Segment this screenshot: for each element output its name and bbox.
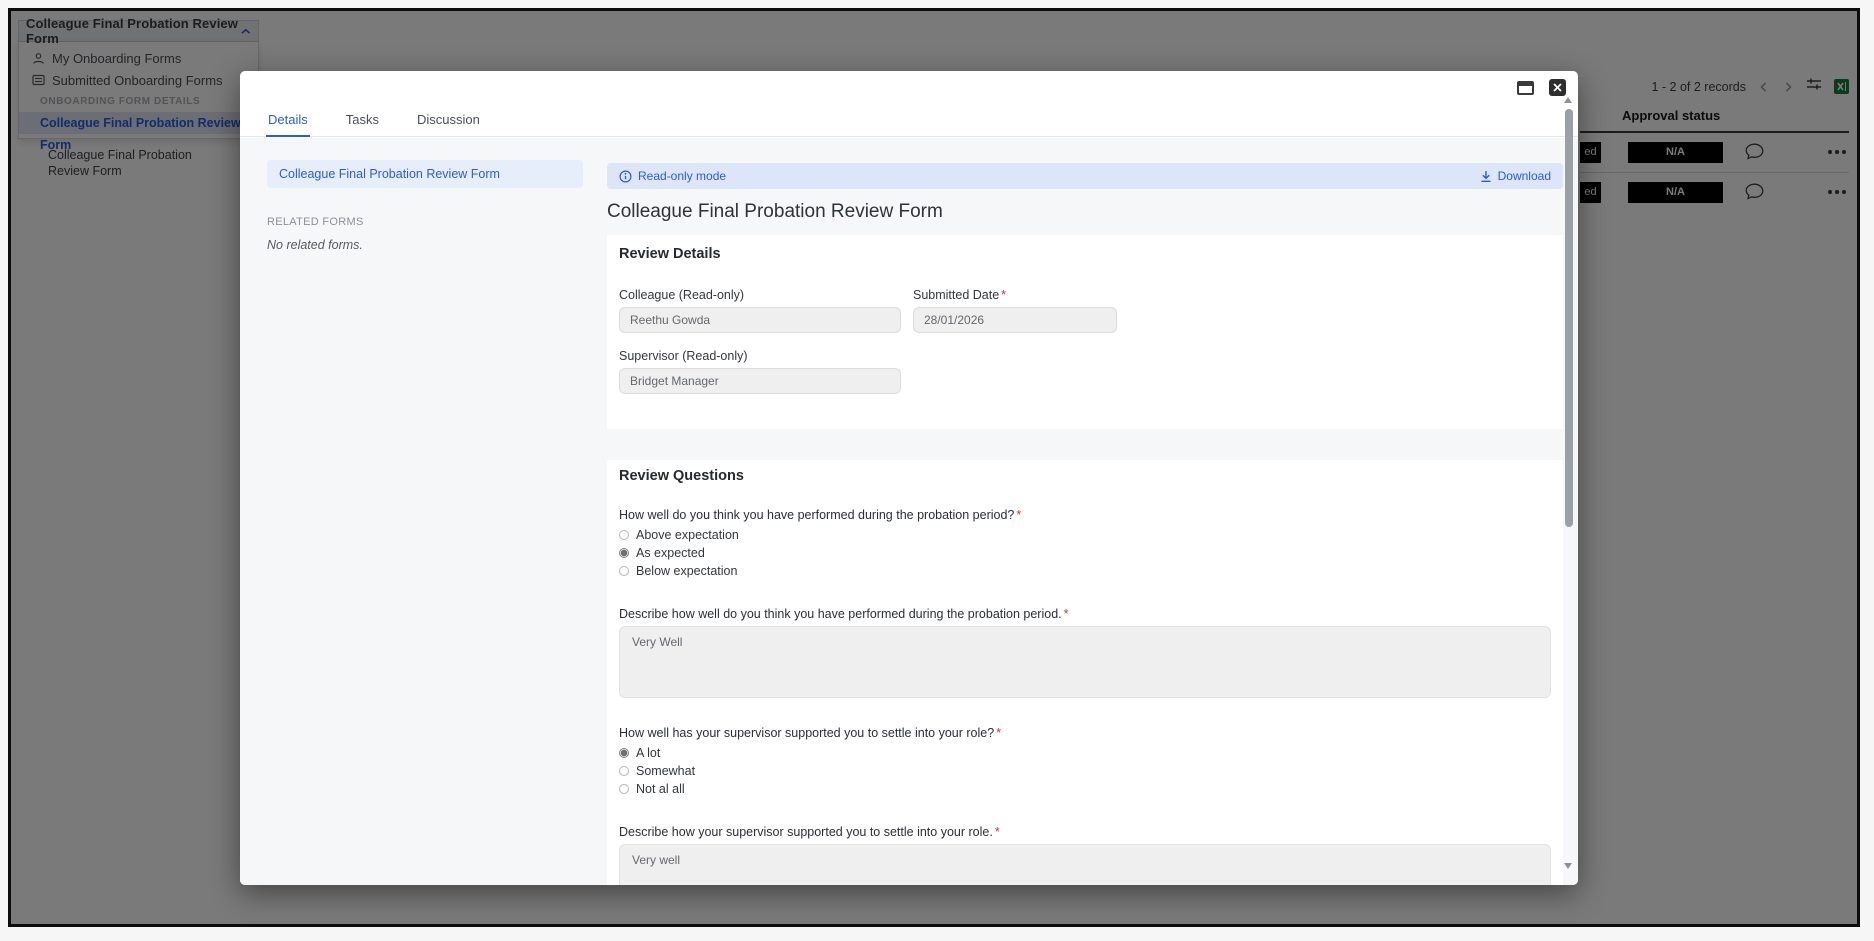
- modal-window-controls: [1517, 79, 1566, 96]
- radio-option-as-expected[interactable]: As expected: [619, 545, 1551, 561]
- field-colleague: Colleague (Read-only) Reethu Gowda: [619, 288, 913, 333]
- modal-body: Colleague Final Probation Review Form RE…: [240, 138, 1578, 885]
- radio-option-label: Above expectation: [636, 528, 739, 542]
- performance-description-textarea[interactable]: Very Well: [619, 626, 1551, 698]
- scrollbar-up-arrow[interactable]: [1564, 97, 1572, 103]
- supervisor-support-textarea[interactable]: Very well: [619, 844, 1551, 885]
- radio-option-label: Not al all: [636, 782, 685, 796]
- radio-icon[interactable]: [619, 766, 629, 776]
- review-details-heading: Review Details: [619, 246, 721, 262]
- required-marker: *: [994, 825, 1000, 839]
- radio-icon[interactable]: [619, 530, 629, 540]
- app-window: Colleague Final Probation Review Form My…: [8, 8, 1860, 927]
- download-icon: [1481, 170, 1491, 182]
- related-forms-label: RELATED FORMS: [267, 216, 364, 228]
- radio-icon[interactable]: [619, 566, 629, 576]
- question-label: How well has your supervisor supported y…: [619, 726, 1002, 740]
- radio-option-not-at-all[interactable]: Not al all: [619, 781, 1551, 797]
- review-questions-heading: Review Questions: [619, 468, 744, 484]
- radio-icon-checked[interactable]: [619, 548, 629, 558]
- download-button[interactable]: Download: [1480, 169, 1551, 183]
- scrollbar-thumb[interactable]: [1565, 109, 1573, 527]
- field-label: Supervisor (Read-only): [619, 349, 748, 363]
- radio-icon[interactable]: [619, 784, 629, 794]
- form-details-modal: Details Tasks Discussion Colleague Final…: [240, 71, 1578, 885]
- close-icon[interactable]: [1549, 79, 1566, 96]
- field-submitted-date: Submitted Date * 28/01/2026: [913, 288, 1551, 333]
- radio-icon-checked[interactable]: [619, 748, 629, 758]
- submitted-date-input[interactable]: 28/01/2026: [913, 307, 1117, 333]
- tab-details[interactable]: Details: [266, 106, 310, 137]
- question-label: Describe how well do you think you have …: [619, 607, 1069, 621]
- radio-option-label: Below expectation: [636, 564, 738, 578]
- review-questions-card: Review Questions How well do you think y…: [607, 460, 1563, 885]
- review-details-fields: Colleague (Read-only) Reethu Gowda Submi…: [619, 288, 1551, 410]
- supervisor-input[interactable]: Bridget Manager: [619, 368, 901, 394]
- review-details-card: Review Details Colleague (Read-only) Ree…: [607, 235, 1563, 429]
- field-supervisor: Supervisor (Read-only) Bridget Manager: [619, 349, 913, 394]
- radio-option-above-expectation[interactable]: Above expectation: [619, 527, 1551, 543]
- radio-option-label: A lot: [636, 746, 661, 760]
- readonly-mode-label: Read-only mode: [638, 169, 727, 183]
- scrollbar-down-arrow[interactable]: [1564, 863, 1572, 869]
- related-forms-empty: No related forms.: [267, 238, 363, 252]
- radio-option-label: As expected: [636, 546, 705, 560]
- radio-option-a-lot[interactable]: A lot: [619, 745, 1551, 761]
- form-nav-link[interactable]: Colleague Final Probation Review Form: [267, 160, 583, 188]
- colleague-input[interactable]: Reethu Gowda: [619, 307, 901, 333]
- question-label: How well do you think you have performed…: [619, 508, 1022, 522]
- field-label: Submitted Date *: [913, 288, 1007, 302]
- radio-option-label: Somewhat: [636, 764, 696, 778]
- form-title: Colleague Final Probation Review Form: [607, 201, 943, 222]
- required-marker: *: [1016, 508, 1022, 522]
- form-nav-panel: Colleague Final Probation Review Form RE…: [267, 160, 583, 252]
- radio-option-somewhat[interactable]: Somewhat: [619, 763, 1551, 779]
- required-marker: *: [996, 726, 1002, 740]
- download-label: Download: [1497, 169, 1551, 183]
- tab-discussion[interactable]: Discussion: [415, 106, 482, 136]
- maximize-icon[interactable]: [1517, 80, 1534, 95]
- readonly-banner: Read-only mode Download: [607, 163, 1563, 189]
- question-label: Describe how your supervisor supported y…: [619, 825, 1000, 839]
- info-icon: [619, 169, 632, 183]
- modal-tabs: Details Tasks Discussion: [240, 106, 1578, 137]
- tab-tasks[interactable]: Tasks: [344, 106, 381, 136]
- form-content: Read-only mode Download Colleague Final …: [607, 138, 1563, 885]
- radio-option-below-expectation[interactable]: Below expectation: [619, 563, 1551, 579]
- field-label: Colleague (Read-only): [619, 288, 745, 302]
- required-marker: *: [1001, 288, 1007, 302]
- required-marker: *: [1063, 607, 1069, 621]
- readonly-banner-left: Read-only mode: [619, 169, 726, 183]
